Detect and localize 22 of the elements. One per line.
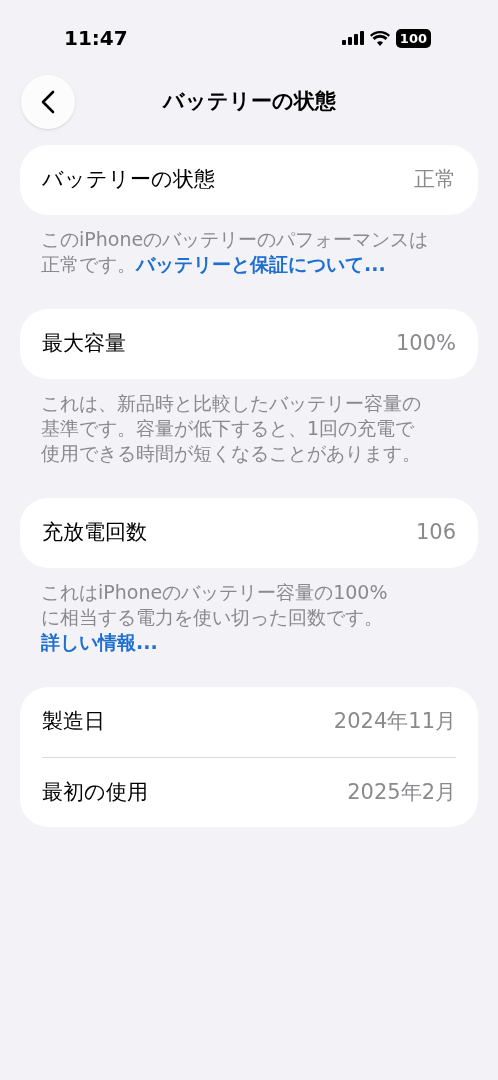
row-value: 2025年2月 bbox=[347, 778, 456, 806]
row-label: 製造日 bbox=[42, 708, 105, 736]
status-time: 11:47 bbox=[64, 25, 128, 52]
footnote-text: このiPhoneのバッテリーのパフォーマンスは正常です。バッテリーと保証について... bbox=[41, 227, 430, 277]
chevron-left-icon bbox=[41, 90, 55, 114]
signal-icon bbox=[341, 31, 364, 45]
back-button[interactable] bbox=[21, 75, 75, 129]
row-label: バッテリーの状態 bbox=[42, 166, 215, 194]
row-value: 正常 bbox=[414, 166, 456, 194]
wifi-icon bbox=[369, 30, 390, 46]
footnote-text: これは、新品時と比較したバッテリー容量の基準です。容量が低下すると、1回の充電で使用できる時間が短くなることがあります。 bbox=[41, 391, 422, 466]
row-label: 最初の使用 bbox=[42, 778, 148, 806]
battery-indicator: 100 bbox=[395, 28, 431, 48]
row-value: 100% bbox=[395, 330, 456, 358]
row-value: 2024年11月 bbox=[333, 708, 456, 736]
footnote-text: これはiPhoneのバッテリー容量の100%に相当する電力を使い切った回数です。 詳しい情報... bbox=[41, 580, 389, 655]
row-value: 106 bbox=[415, 519, 456, 547]
row-label: 最大容量 bbox=[42, 330, 126, 358]
row-label: 充放電回数 bbox=[42, 519, 147, 547]
nav-title: バッテリーの状態 bbox=[162, 88, 336, 116]
info-link[interactable]: 詳しい情報... bbox=[41, 631, 158, 653]
info-link[interactable]: バッテリーと保証について... bbox=[136, 253, 386, 275]
